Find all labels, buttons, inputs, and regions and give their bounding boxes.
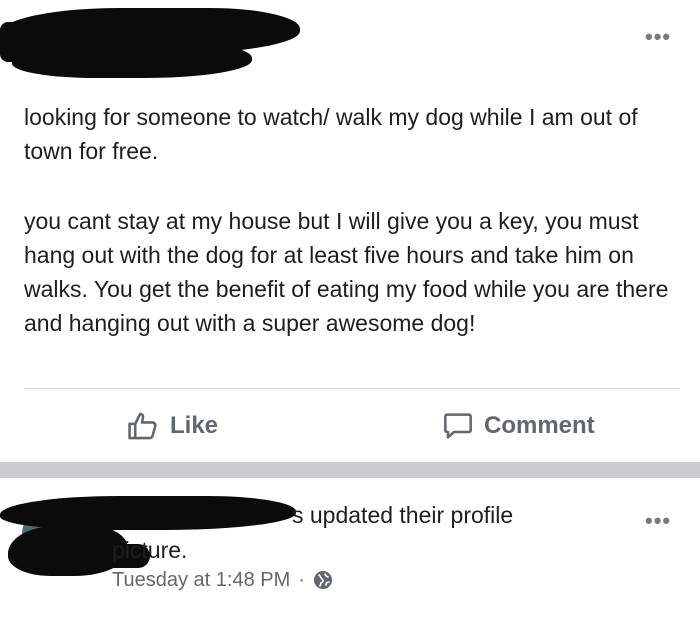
comment-label: Comment [484,412,595,439]
post-body: looking for someone to watch/ walk my do… [24,100,684,376]
timestamp[interactable]: Tuesday at 1:48 PM [112,569,290,592]
thumbs-up-icon [128,412,157,440]
like-button[interactable]: Like [126,404,218,448]
facebook-feed: ••• looking for someone to watch/ walk m… [0,0,700,623]
post-paragraph: you cant stay at my house but I will giv… [24,208,669,336]
activity-text-continued: picture. [112,537,188,563]
divider [24,388,680,389]
comment-button[interactable]: Comment [442,404,595,448]
globe-icon[interactable] [313,570,333,590]
feed-separator [0,462,700,478]
post-paragraph: looking for someone to watch/ walk my do… [24,104,638,164]
more-options-icon[interactable]: ••• [645,510,671,532]
feed-post: ••• looking for someone to watch/ walk m… [0,0,700,462]
meta-separator: · [298,568,305,591]
post-meta: Tuesday at 1:48 PM · [112,567,333,593]
activity-text: s updated their profile [292,502,514,528]
more-options-icon[interactable]: ••• [645,26,671,48]
speech-bubble-icon [444,413,472,439]
like-label: Like [170,412,219,439]
